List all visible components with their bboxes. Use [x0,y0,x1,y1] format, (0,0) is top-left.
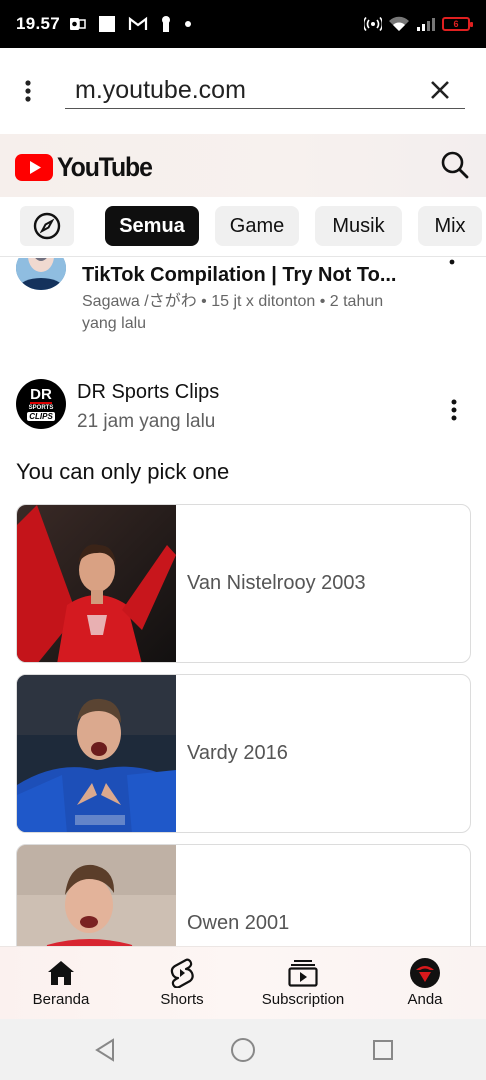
shorts-icon [170,958,194,988]
system-navigation-bar [0,1019,486,1080]
nav-shorts-label: Shorts [160,991,204,1008]
account-avatar-wrap [410,958,440,988]
recents-square-icon [373,1040,393,1060]
gmail-icon [128,16,148,30]
explore-button[interactable] [20,206,74,246]
avatar-logo-clips: CLIPS [27,411,55,421]
outlook-icon [70,18,86,30]
close-icon [431,81,449,99]
nav-subscriptions-label: Subscription [261,991,345,1008]
poll-option[interactable]: Van Nistelrooy 2003 [16,504,471,663]
prev-video-title[interactable]: TikTok Compilation | Try Not To... [82,264,397,287]
screen: 19.57 6 m.youtube.com YouTube Semua Game… [0,0,486,1080]
bottom-navigation: Beranda Shorts Subscription Anda [0,946,486,1019]
chip-musik[interactable]: Musik [315,206,402,246]
avatar-logo-dr: DR [30,385,52,404]
shorts-icon-wrap [169,958,195,988]
system-home-button[interactable] [230,1037,256,1063]
back-triangle-icon [95,1038,114,1062]
nav-home-label: Beranda [32,991,90,1008]
poll-option[interactable]: Owen 2001 [16,844,471,946]
close-url-button[interactable] [424,74,456,106]
hotspot-icon [364,16,382,32]
post-text: You can only pick one [16,459,230,484]
post-channel-name[interactable]: DR Sports Clips [77,381,219,404]
nav-you[interactable]: Anda [380,947,470,1020]
category-chips: Semua Game Musik Mix [0,197,486,257]
avatar-image [16,258,66,290]
youtube-logo[interactable]: YouTube [15,152,160,183]
post-time: 21 jam yang lalu [77,411,216,432]
poll-option-image [17,845,176,946]
prev-video-more-button[interactable] [448,258,456,275]
home-icon-wrap [47,959,75,987]
notification-icons [70,15,192,33]
poll-option-label: Owen 2001 [187,912,290,934]
battery-icon: 6 [442,17,473,31]
nav-subscriptions[interactable]: Subscription [248,947,358,1020]
white-square-icon [99,16,116,32]
more-vertical-icon [449,259,455,265]
subscriptions-icon-wrap [288,959,318,987]
poll-option[interactable]: Vardy 2016 [16,674,471,833]
prev-video-channel-avatar[interactable] [16,258,66,290]
youtube-header: YouTube [0,134,486,197]
nav-you-label: Anda [407,991,443,1008]
dot-icon [185,21,192,27]
account-avatar-icon [410,958,440,988]
url-input[interactable]: m.youtube.com [65,72,465,109]
youtube-play-icon [15,154,53,181]
keyhole-icon [162,16,171,32]
chip-game[interactable]: Game [215,206,299,246]
chip-semua[interactable]: Semua [105,206,199,246]
poll-option-image [17,505,176,662]
home-circle-icon [231,1038,255,1062]
signal-icon [417,18,435,31]
nav-home[interactable]: Beranda [16,947,106,1020]
system-recents-button[interactable] [370,1037,396,1063]
prev-video-meta-line2: yang lalu [82,315,147,332]
prev-video-meta: Sagawa /さがわ • 15 jt x ditonton • 2 tahun… [82,291,442,335]
post-channel-avatar[interactable]: DR SPORTS CLIPS [16,379,66,429]
system-icons: 6 [364,16,473,32]
avatar-logo-sports: SPORTS [28,404,54,411]
feed: TikTok Compilation | Try Not To... Sagaw… [0,258,486,946]
compass-icon [33,212,61,240]
system-back-button[interactable] [92,1037,118,1063]
prev-video-meta-line1: Sagawa /さがわ • 15 jt x ditonton • 2 tahun [82,293,384,310]
youtube-logo-text: YouTube [57,152,153,182]
subscriptions-icon [288,960,318,987]
more-vertical-icon [451,399,457,421]
status-time: 19.57 [16,14,61,33]
search-button[interactable] [440,150,470,185]
post-more-button[interactable] [450,398,458,427]
poll-option-label: Vardy 2016 [187,742,288,764]
poll-option-image [17,675,176,832]
more-vertical-icon [25,80,31,102]
status-bar: 19.57 6 [0,0,486,48]
home-icon [48,961,74,985]
browser-url-bar: m.youtube.com [0,48,486,134]
nav-shorts[interactable]: Shorts [137,947,227,1020]
search-icon [441,151,469,179]
browser-menu-button[interactable] [0,48,56,134]
chip-mix[interactable]: Mix [418,206,482,246]
poll-option-label: Van Nistelrooy 2003 [187,572,366,594]
battery-level: 6 [453,19,459,29]
wifi-icon [389,16,409,31]
